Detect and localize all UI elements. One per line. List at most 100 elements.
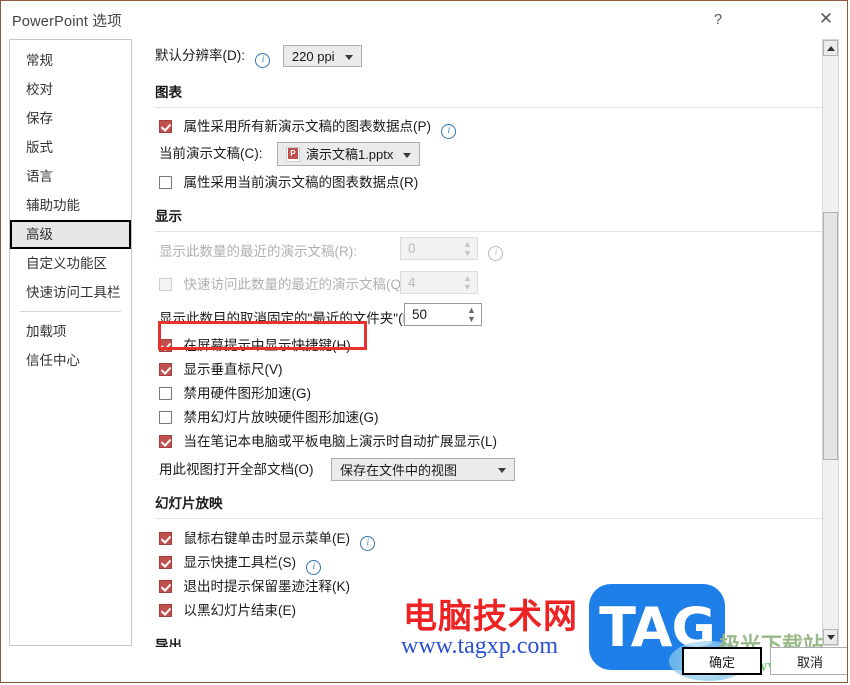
info-icon[interactable]: i bbox=[255, 53, 271, 68]
cancel-button[interactable]: 取消 bbox=[770, 647, 847, 675]
end-with-black-slide-checkbox[interactable] bbox=[159, 604, 172, 617]
disable-slideshow-hw-accel-row[interactable]: 禁用幻灯片放映硬件图形加速(G) bbox=[159, 406, 378, 427]
show-shortcuts-row[interactable]: 在屏幕提示中显示快捷键(H) bbox=[159, 334, 351, 355]
sidebar-item-advanced[interactable]: 高级 bbox=[10, 220, 131, 249]
recent-presentations-label: 显示此数量的最近的演示文稿(R): bbox=[159, 244, 357, 259]
chart-all-presentations-label: 属性采用所有新演示文稿的图表数据点(P) bbox=[183, 119, 431, 134]
open-view-value: 保存在文件中的视图 bbox=[339, 463, 457, 479]
auto-extend-display-row[interactable]: 当在笔记本电脑或平板电脑上演示时自动扩展显示(L) bbox=[159, 430, 497, 451]
recent-presentations-value: 0 bbox=[408, 241, 416, 256]
auto-extend-display-label: 当在笔记本电脑或平板电脑上演示时自动扩展显示(L) bbox=[183, 434, 497, 449]
default-resolution-value: 220 ppi bbox=[291, 48, 335, 64]
show-quick-toolbar-row[interactable]: 显示快捷工具栏(S) i bbox=[159, 551, 322, 575]
disable-hw-accel-checkbox[interactable] bbox=[159, 387, 172, 400]
sidebar-item-language[interactable]: 语言 bbox=[10, 162, 131, 191]
sidebar-item-general[interactable]: 常规 bbox=[10, 46, 131, 75]
sidebar-item-save[interactable]: 保存 bbox=[10, 104, 131, 133]
default-resolution-combobox[interactable]: 220 ppi bbox=[282, 44, 362, 67]
open-view-label: 用此视图打开全部文档(O) bbox=[159, 462, 314, 477]
recent-folders-row: 显示此数目的取消固定的"最近的文件夹"(F): bbox=[159, 307, 419, 328]
end-with-black-slide-row[interactable]: 以黑幻灯片结束(E) bbox=[159, 599, 296, 620]
chart-all-presentations-row[interactable]: 属性采用所有新演示文稿的图表数据点(P) i bbox=[159, 115, 457, 139]
scroll-down-button[interactable] bbox=[823, 629, 838, 645]
current-presentation-combobox[interactable]: 演示文稿1.pptx bbox=[276, 142, 421, 166]
current-presentation-label: 当前演示文稿(C): bbox=[159, 146, 263, 162]
sidebar-item-customize-ribbon[interactable]: 自定义功能区 bbox=[10, 249, 131, 278]
spinner-up-icon[interactable]: ▲ bbox=[467, 306, 476, 315]
recent-folders-spinner[interactable]: 50 ▲ ▼ bbox=[404, 303, 482, 326]
powerpoint-options-dialog: PowerPoint 选项 ? ✕ 常规 校对 保存 版式 语言 辅助功能 高级… bbox=[0, 0, 848, 683]
show-quick-toolbar-checkbox[interactable] bbox=[159, 556, 172, 569]
chart-current-presentation-label: 属性采用当前演示文稿的图表数据点(R) bbox=[183, 175, 419, 190]
chevron-down-icon bbox=[344, 54, 353, 60]
quick-access-recent-value: 4 bbox=[408, 275, 416, 290]
page-title: PowerPoint 选项 bbox=[12, 14, 122, 30]
sidebar-item-quick-access-toolbar[interactable]: 快速访问工具栏 bbox=[10, 278, 131, 307]
sidebar-item-layout[interactable]: 版式 bbox=[10, 133, 131, 162]
spinner-up-icon: ▲ bbox=[463, 273, 472, 283]
quick-access-recent-row: 快速访问此数量的最近的演示文稿(Q): bbox=[159, 273, 409, 294]
powerpoint-file-icon bbox=[285, 147, 300, 162]
info-icon[interactable]: i bbox=[360, 536, 376, 551]
close-icon[interactable]: ✕ bbox=[809, 5, 843, 33]
help-icon[interactable]: ? bbox=[701, 5, 735, 33]
right-click-menu-label: 鼠标右键单击时显示菜单(E) bbox=[183, 531, 350, 546]
sidebar-item-accessibility[interactable]: 辅助功能 bbox=[10, 191, 131, 220]
info-icon[interactable]: i bbox=[441, 124, 457, 139]
recent-folders-label: 显示此数目的取消固定的"最近的文件夹"(F): bbox=[159, 311, 420, 326]
end-with-black-slide-label: 以黑幻灯片结束(E) bbox=[183, 603, 296, 618]
show-vertical-ruler-row[interactable]: 显示垂直标尺(V) bbox=[159, 358, 282, 379]
chart-section-divider bbox=[155, 107, 833, 108]
quick-access-recent-label: 快速访问此数量的最近的演示文稿(Q): bbox=[183, 277, 410, 292]
content-scrollbar[interactable] bbox=[822, 39, 839, 646]
spinner-down-icon[interactable]: ▼ bbox=[467, 315, 476, 324]
right-click-menu-checkbox[interactable] bbox=[159, 532, 172, 545]
recent-presentations-row: 显示此数量的最近的演示文稿(R): bbox=[159, 240, 357, 261]
chart-all-presentations-checkbox[interactable] bbox=[159, 120, 172, 133]
current-presentation-value: 演示文稿1.pptx bbox=[305, 147, 394, 162]
display-section-divider bbox=[155, 231, 833, 232]
sidebar-divider bbox=[20, 311, 121, 312]
chart-section-heading: 图表 bbox=[155, 85, 182, 100]
scroll-up-button[interactable] bbox=[823, 40, 838, 56]
chart-current-presentation-checkbox[interactable] bbox=[159, 176, 172, 189]
open-view-combobox[interactable]: 保存在文件中的视图 bbox=[330, 458, 515, 482]
chevron-up-icon bbox=[826, 45, 835, 51]
scrollbar-thumb[interactable] bbox=[823, 212, 838, 460]
export-section-heading: 导出 bbox=[155, 638, 182, 647]
display-section-heading: 显示 bbox=[155, 209, 182, 224]
default-resolution-label: 默认分辨率(D): bbox=[155, 48, 245, 63]
options-sidebar: 常规 校对 保存 版式 语言 辅助功能 高级 自定义功能区 快速访问工具栏 加载… bbox=[9, 39, 132, 646]
quick-access-recent-checkbox bbox=[159, 278, 172, 291]
chevron-down-icon bbox=[403, 153, 412, 158]
chart-current-presentation-row[interactable]: 属性采用当前演示文稿的图表数据点(R) bbox=[159, 171, 418, 192]
spinner-up-icon: ▲ bbox=[463, 239, 472, 249]
show-shortcuts-checkbox[interactable] bbox=[159, 339, 172, 352]
spinner-down-icon: ▼ bbox=[463, 282, 472, 292]
prompt-keep-ink-checkbox[interactable] bbox=[159, 580, 172, 593]
auto-extend-display-checkbox[interactable] bbox=[159, 435, 172, 448]
prompt-keep-ink-row[interactable]: 退出时提示保留墨迹注释(K) bbox=[159, 575, 350, 596]
disable-slideshow-hw-accel-checkbox[interactable] bbox=[159, 411, 172, 424]
disable-hw-accel-row[interactable]: 禁用硬件图形加速(G) bbox=[159, 382, 311, 403]
recent-folders-input[interactable]: 50 ▲ ▼ bbox=[404, 303, 482, 326]
open-view-row: 用此视图打开全部文档(O) 保存在文件中的视图 bbox=[159, 458, 515, 482]
show-shortcuts-label: 在屏幕提示中显示快捷键(H) bbox=[183, 338, 351, 353]
show-vertical-ruler-label: 显示垂直标尺(V) bbox=[183, 362, 283, 377]
right-click-menu-row[interactable]: 鼠标右键单击时显示菜单(E) i bbox=[159, 527, 376, 551]
ok-button[interactable]: 确定 bbox=[682, 647, 762, 675]
sidebar-item-trust-center[interactable]: 信任中心 bbox=[10, 346, 131, 375]
info-icon[interactable]: i bbox=[306, 560, 322, 575]
show-quick-toolbar-label: 显示快捷工具栏(S) bbox=[183, 555, 296, 570]
spinner-down-icon: ▼ bbox=[463, 248, 472, 258]
sidebar-item-addins[interactable]: 加载项 bbox=[10, 317, 131, 346]
title-bar: PowerPoint 选项 ? ✕ bbox=[1, 1, 847, 37]
recent-folders-value: 50 bbox=[412, 307, 428, 322]
show-vertical-ruler-checkbox[interactable] bbox=[159, 363, 172, 376]
recent-presentations-spinner: 0 ▲ ▼ i bbox=[400, 237, 504, 261]
quick-access-recent-input: 4 ▲ ▼ bbox=[400, 271, 478, 294]
options-content-pane: 默认分辨率(D): i 220 ppi 图表 属性采用所有新演示文稿的图表数据点… bbox=[141, 37, 833, 647]
quick-access-recent-spinner: 4 ▲ ▼ bbox=[400, 271, 478, 294]
sidebar-item-proofing[interactable]: 校对 bbox=[10, 75, 131, 104]
prompt-keep-ink-label: 退出时提示保留墨迹注释(K) bbox=[183, 579, 350, 594]
